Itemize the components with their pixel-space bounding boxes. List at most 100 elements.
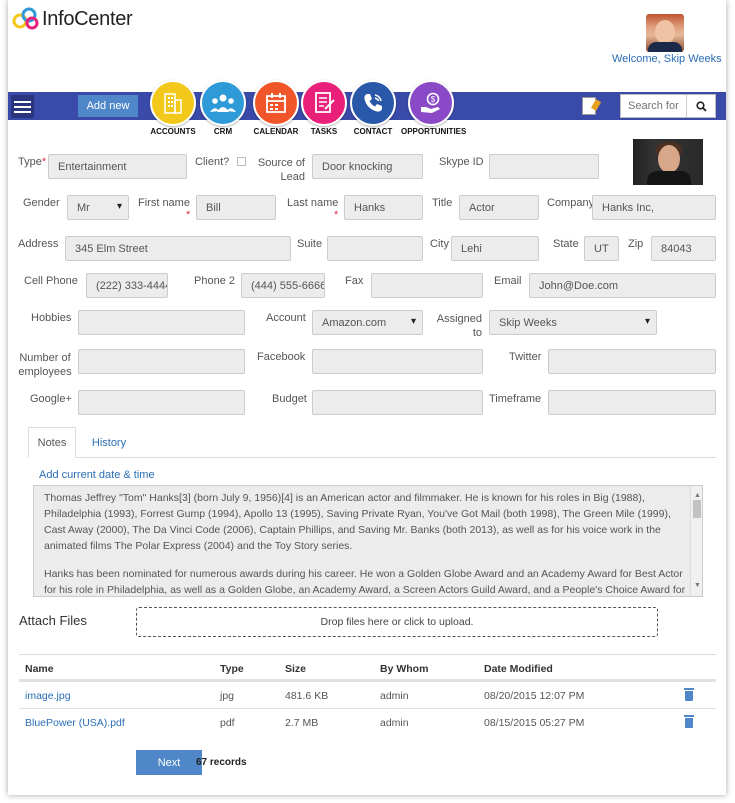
phone2-field[interactable]: (444) 555-6666 [241, 273, 325, 298]
add-date-link[interactable]: Add current date & time [39, 469, 155, 481]
source-of-lead-field[interactable]: Door knocking [312, 154, 423, 179]
num-employees-label: Number of employees [18, 352, 72, 378]
app-name: InfoCenter [42, 7, 133, 30]
file-dropzone[interactable]: Drop files here or click to upload. [136, 607, 658, 637]
last-name-field[interactable]: Hanks [344, 195, 423, 220]
zip-label: Zip [628, 238, 644, 250]
module-launcher: ACCOUNTS CRM CALENDAR TASKS CONTACT $ OP… [148, 80, 466, 140]
building-icon [150, 80, 196, 126]
skype-id-field[interactable] [489, 154, 599, 179]
cell-phone-label: Cell Phone [24, 275, 78, 287]
search-icon[interactable] [686, 95, 715, 117]
user-avatar[interactable] [646, 14, 684, 52]
file-owner: admin [380, 716, 409, 729]
facebook-field[interactable] [312, 349, 483, 374]
source-of-lead-label: Source of Lead [257, 157, 305, 183]
notes-scrollbar[interactable]: ▲ ▼ [690, 486, 702, 596]
title-field[interactable]: Actor [459, 195, 539, 220]
module-accounts[interactable]: ACCOUNTS [148, 80, 198, 140]
module-opportunities[interactable]: $ OPPORTUNITIES [401, 80, 466, 140]
attach-files-title: Attach Files [19, 613, 87, 628]
trash-icon[interactable] [684, 688, 694, 701]
skype-id-label: Skype ID [439, 156, 484, 168]
facebook-label: Facebook [257, 351, 306, 363]
fax-label: Fax [345, 275, 364, 287]
file-type: pdf [220, 716, 235, 729]
module-contact[interactable]: CONTACT [348, 80, 398, 140]
col-date-modified[interactable]: Date Modified [484, 655, 553, 682]
file-type: jpg [220, 689, 235, 702]
col-size[interactable]: Size [285, 655, 306, 682]
twitter-label: Twitter [509, 351, 542, 363]
module-calendar[interactable]: CALENDAR [251, 80, 301, 140]
add-new-button[interactable]: Add new [78, 95, 138, 117]
gender-select[interactable]: Mr [67, 195, 129, 220]
twitter-field[interactable] [548, 349, 716, 374]
app-window: InfoCenter Welcome, Skip Weeks Add new A… [8, 0, 726, 795]
fax-field[interactable] [371, 273, 483, 298]
tab-history[interactable]: History [84, 427, 134, 458]
google-plus-label: Google+ [30, 393, 72, 405]
notepad-icon[interactable] [582, 97, 596, 115]
file-date: 08/20/2015 12:07 PM [484, 689, 585, 702]
contact-photo[interactable] [633, 139, 703, 185]
suite-field[interactable] [327, 236, 423, 261]
email-field[interactable]: John@Doe.com [529, 273, 716, 298]
last-name-label: Last name [287, 197, 339, 209]
timeframe-field[interactable] [548, 390, 716, 415]
company-field[interactable]: Hanks Inc, [592, 195, 716, 220]
file-size: 2.7 MB [285, 716, 319, 729]
search-input[interactable] [621, 95, 686, 117]
module-crm[interactable]: CRM [198, 80, 248, 140]
next-button[interactable]: Next [136, 750, 202, 775]
city-label: City [430, 238, 449, 250]
state-label: State [553, 238, 579, 250]
file-name-link[interactable]: image.jpg [25, 682, 71, 709]
search-box [620, 94, 716, 118]
money-hand-icon: $ [408, 80, 454, 126]
checklist-icon [301, 80, 347, 126]
zip-field[interactable]: 84043 [651, 236, 716, 261]
tab-bar: Notes History [28, 427, 716, 458]
notes-paragraph-1: Thomas Jeffrey "Tom" Hanks[3] (born July… [44, 492, 671, 552]
account-label: Account [266, 312, 306, 324]
col-name[interactable]: Name [25, 655, 54, 682]
first-name-label: First name [138, 197, 190, 209]
logo[interactable]: InfoCenter [12, 6, 133, 32]
budget-label: Budget [272, 393, 307, 405]
address-label: Address [18, 238, 59, 250]
notes-textarea[interactable]: Thomas Jeffrey "Tom" Hanks[3] (born July… [33, 485, 703, 597]
type-field[interactable]: Entertainment [48, 154, 187, 179]
phone2-label: Phone 2 [194, 275, 235, 287]
file-name-link[interactable]: BluePower (USA).pdf [25, 709, 125, 736]
people-icon [200, 80, 246, 126]
first-name-field[interactable]: Bill [196, 195, 276, 220]
assigned-to-label: Assigned to [436, 313, 482, 339]
title-label: Title [432, 197, 453, 209]
trash-icon[interactable] [684, 715, 694, 728]
files-table: Name Type Size By Whom Date Modified ima… [19, 654, 716, 735]
budget-field[interactable] [312, 390, 483, 415]
assigned-to-select[interactable]: Skip Weeks [489, 310, 657, 335]
file-size: 481.6 KB [285, 689, 329, 702]
num-employees-field[interactable] [78, 349, 245, 374]
table-row: image.jpg jpg 481.6 KB admin 08/20/2015 … [19, 681, 716, 708]
module-tasks[interactable]: TASKS [299, 80, 349, 140]
tab-notes[interactable]: Notes [28, 427, 76, 458]
account-select[interactable]: Amazon.com [312, 310, 423, 335]
cell-phone-field[interactable]: (222) 333-4444 [86, 273, 168, 298]
col-by-whom[interactable]: By Whom [380, 655, 428, 682]
client-checkbox[interactable] [237, 157, 246, 166]
state-field[interactable]: UT [584, 236, 619, 261]
address-field[interactable]: 345 Elm Street [65, 236, 291, 261]
hobbies-field[interactable] [78, 310, 245, 335]
city-field[interactable]: Lehi [451, 236, 539, 261]
google-plus-field[interactable] [78, 390, 245, 415]
file-owner: admin [380, 689, 409, 702]
welcome-link[interactable]: Welcome, Skip Weeks [612, 53, 722, 65]
table-header: Name Type Size By Whom Date Modified [19, 654, 716, 681]
records-count: 67 records [196, 757, 247, 768]
col-type[interactable]: Type [220, 655, 244, 682]
menu-icon[interactable] [11, 95, 34, 118]
table-row: BluePower (USA).pdf pdf 2.7 MB admin 08/… [19, 708, 716, 735]
